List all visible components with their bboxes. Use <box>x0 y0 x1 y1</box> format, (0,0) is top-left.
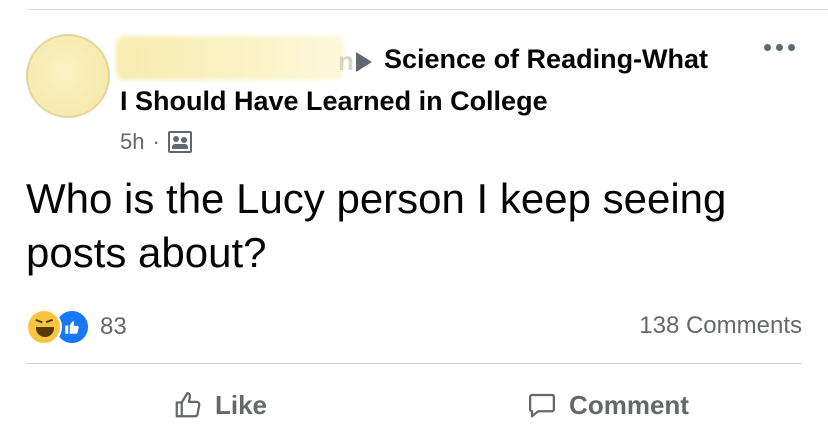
reaction-count: 83 <box>100 313 127 340</box>
haha-reaction-icon <box>26 309 62 345</box>
reactions-summary[interactable]: 83 <box>26 309 127 345</box>
comment-button[interactable]: Comment <box>414 375 802 435</box>
author-avatar[interactable] <box>26 34 110 118</box>
post-header: n Science of Reading-What I Should Have … <box>26 26 816 156</box>
meta-separator: · <box>152 129 160 154</box>
post-text: Who is the Lucy person I keep seeing pos… <box>26 175 727 276</box>
more-dot-icon <box>776 44 783 51</box>
more-options-button[interactable] <box>764 44 795 51</box>
thumbs-up-icon <box>65 321 79 334</box>
group-name-line2[interactable]: I Should Have Learned in College <box>120 86 548 117</box>
author-name-tail: n <box>338 46 354 76</box>
comments-count-link[interactable]: 138 Comments <box>639 312 802 340</box>
author-name-redacted[interactable] <box>116 36 344 80</box>
group-name-line1[interactable]: Science of Reading-What <box>384 44 708 75</box>
thumbs-up-icon <box>175 392 201 418</box>
more-dot-icon <box>788 44 795 51</box>
right-triangle-icon <box>356 52 372 72</box>
like-label: Like <box>214 389 268 420</box>
action-bar: Like Comment <box>26 375 802 435</box>
more-dot-icon <box>764 44 771 51</box>
top-divider <box>28 9 828 10</box>
post-meta: 5h · <box>120 129 192 155</box>
comment-label: Comment <box>569 389 689 420</box>
group-audience-icon[interactable] <box>167 131 192 153</box>
post-timestamp[interactable]: 5h <box>120 129 144 155</box>
action-divider <box>26 363 802 364</box>
like-button[interactable]: Like <box>26 375 414 435</box>
comment-bubble-icon <box>529 393 556 418</box>
